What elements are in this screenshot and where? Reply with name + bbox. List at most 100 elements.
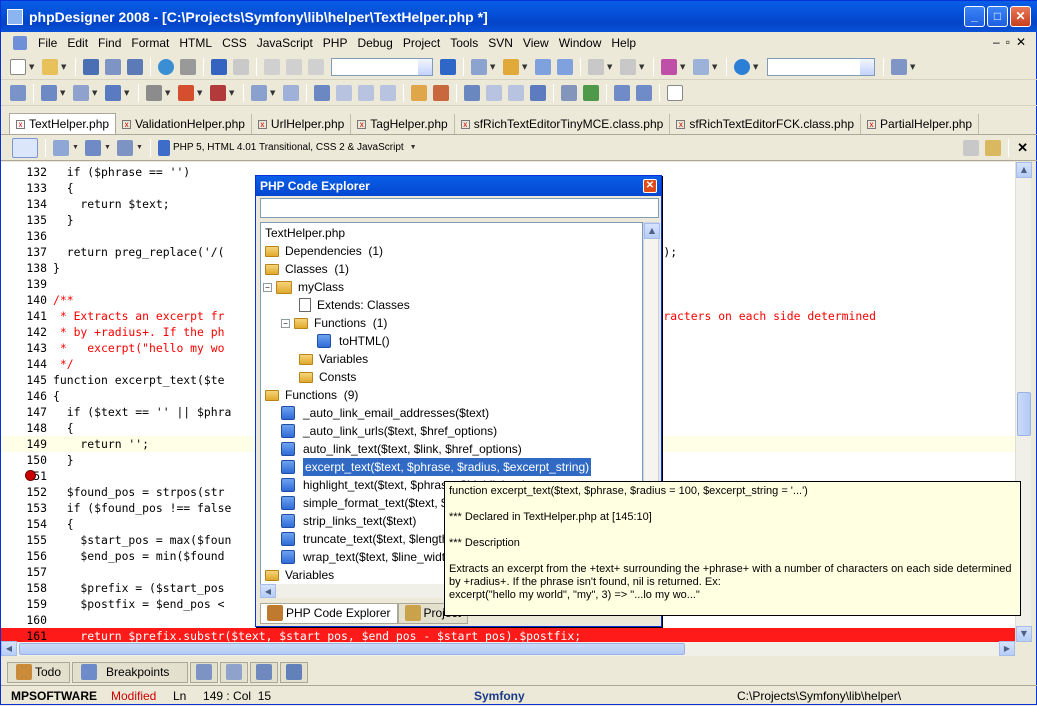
redo-icon[interactable] [233,58,249,75]
tree-fn-item[interactable]: _auto_link_email_addresses($text) [281,404,489,422]
stop-icon[interactable] [210,84,226,101]
tree-class-functions[interactable]: − Functions (1) [281,314,387,332]
scroll-up-icon[interactable]: ▲ [644,223,660,239]
tree-myclass[interactable]: − myClass [263,278,344,296]
tab-todo[interactable]: Todo [7,661,71,683]
doc-new-icon[interactable] [53,139,69,156]
tab-close-icon[interactable]: x [16,119,25,129]
snippet-icon[interactable] [464,84,480,101]
bookmark-folder-icon[interactable] [503,58,519,75]
tab-explorer[interactable] [280,661,309,683]
open-folder-icon[interactable] [42,58,58,75]
tab-close-icon[interactable]: x [676,119,686,129]
forward-icon[interactable] [620,58,636,75]
hand-icon[interactable] [411,84,427,101]
tab-output[interactable] [190,661,219,683]
tab-fck[interactable]: x sfRichTextEditorFCK.class.php [670,114,862,134]
link-icon[interactable] [561,84,577,101]
image-icon[interactable] [583,84,599,101]
bookmark-icon[interactable] [471,58,487,75]
scroll-left-icon[interactable]: ◀ [260,584,276,598]
tab-texthelper[interactable]: x TextHelper.php [9,113,117,134]
tab-breakpoints[interactable]: Breakpoints [72,661,189,683]
tag-icon[interactable] [10,84,26,101]
cut-icon[interactable] [264,58,280,75]
tab-tinymce[interactable]: x sfRichTextEditorTinyMCE.class.php [455,114,671,134]
menu-tools[interactable]: Tools [445,36,483,50]
maximize-button[interactable]: □ [987,6,1008,27]
document-icon[interactable] [146,84,162,101]
menu-help[interactable]: Help [606,36,641,50]
scroll-down-icon[interactable]: ▼ [1016,626,1032,642]
back-icon[interactable] [588,58,604,75]
tree-fn-item[interactable]: wrap_text($text, $line_width) [281,548,456,566]
tree-fn-item[interactable]: _auto_link_urls($text, $href_options) [281,422,497,440]
explorer-close-icon[interactable]: ✕ [643,179,657,193]
tree-tohtml[interactable]: toHTML() [317,332,390,350]
table-icon[interactable] [614,84,630,101]
tab-find-results[interactable] [220,661,249,683]
tree-variables[interactable]: Variables [265,566,334,584]
filter-icon[interactable] [535,58,551,75]
tree-extends[interactable]: Extends: Classes [299,296,410,314]
split-icon[interactable] [486,84,502,101]
code-block-icon[interactable] [41,84,57,101]
print-icon[interactable] [180,58,196,75]
close-doc-icon[interactable]: ✕ [1017,140,1028,156]
outdent-icon[interactable] [336,84,352,101]
scroll-right-icon[interactable]: ▶ [999,641,1015,656]
tab-php-code-explorer[interactable]: PHP Code Explorer [260,602,398,624]
menu-debug[interactable]: Debug [352,36,397,50]
doc-save-icon[interactable] [85,139,101,156]
paste-icon[interactable] [308,58,324,75]
save-all-icon[interactable] [105,58,121,75]
editor-horizontal-scrollbar[interactable]: ◀ ▶ [1,641,1015,656]
tab-close-icon[interactable]: x [867,119,877,129]
menu-edit[interactable]: Edit [62,36,93,50]
spellcheck-icon[interactable] [433,84,449,101]
menu-find[interactable]: Find [93,36,126,50]
explorer-title-bar[interactable]: PHP Code Explorer ✕ [256,176,661,196]
close-button[interactable]: ✕ [1010,6,1031,27]
paste-doc-icon[interactable] [985,139,1002,156]
tab-validationhelper[interactable]: x ValidationHelper.php [116,114,252,134]
menu-javascript[interactable]: JavaScript [252,36,318,50]
tab-taghelper[interactable]: x TagHelper.php [351,114,455,134]
save-icon[interactable] [83,58,99,75]
tree-dependencies[interactable]: Dependencies (1) [265,242,383,260]
checklist-icon[interactable] [530,84,546,101]
menu-view[interactable]: View [518,36,554,50]
mdi-controls[interactable]: –▫✕ [993,35,1032,49]
syntax-mode-label[interactable]: PHP 5, HTML 4.01 Transitional, CSS 2 & J… [173,142,404,153]
go-arrow-icon[interactable] [440,58,456,75]
filter-clear-icon[interactable] [557,58,573,75]
debug-icon[interactable] [105,84,121,101]
menu-svn[interactable]: SVN [483,36,518,50]
copy-doc-icon[interactable] [963,139,980,156]
menu-window[interactable]: Window [554,36,607,50]
plugins-icon[interactable] [661,58,677,75]
tab-urlhelper[interactable]: x UrlHelper.php [252,114,352,134]
tree-fn-item[interactable]: strip_links_text($text) [281,512,416,530]
refresh-icon[interactable] [283,84,299,101]
breakpoint-icon[interactable] [25,470,36,481]
copy-icon[interactable] [286,58,302,75]
tab-partialhelper[interactable]: x PartialHelper.php [861,114,980,134]
globe-icon[interactable] [734,58,750,75]
scroll-up-icon[interactable]: ▲ [1016,162,1032,178]
layout-icon[interactable] [891,58,907,75]
doc-copy-icon[interactable] [117,139,133,156]
tree-consts[interactable]: Consts [299,368,356,386]
doc-menu-icon[interactable] [13,36,27,50]
tree-file[interactable]: TextHelper.php [265,224,345,242]
menu-php[interactable]: PHP [318,36,353,50]
menu-html[interactable]: HTML [174,36,217,50]
tree-fn-item[interactable]: auto_link_text($text, $link, $href_optio… [281,440,522,458]
code-line[interactable]: 161 return $prefix.substr($text, $start_… [1,628,1015,642]
comment-icon[interactable] [358,84,374,101]
indent-icon[interactable] [314,84,330,101]
save-project-icon[interactable] [127,58,143,75]
blank-page-icon[interactable] [667,84,683,101]
new-file-icon[interactable] [10,58,26,75]
menu-css[interactable]: CSS [217,36,252,50]
